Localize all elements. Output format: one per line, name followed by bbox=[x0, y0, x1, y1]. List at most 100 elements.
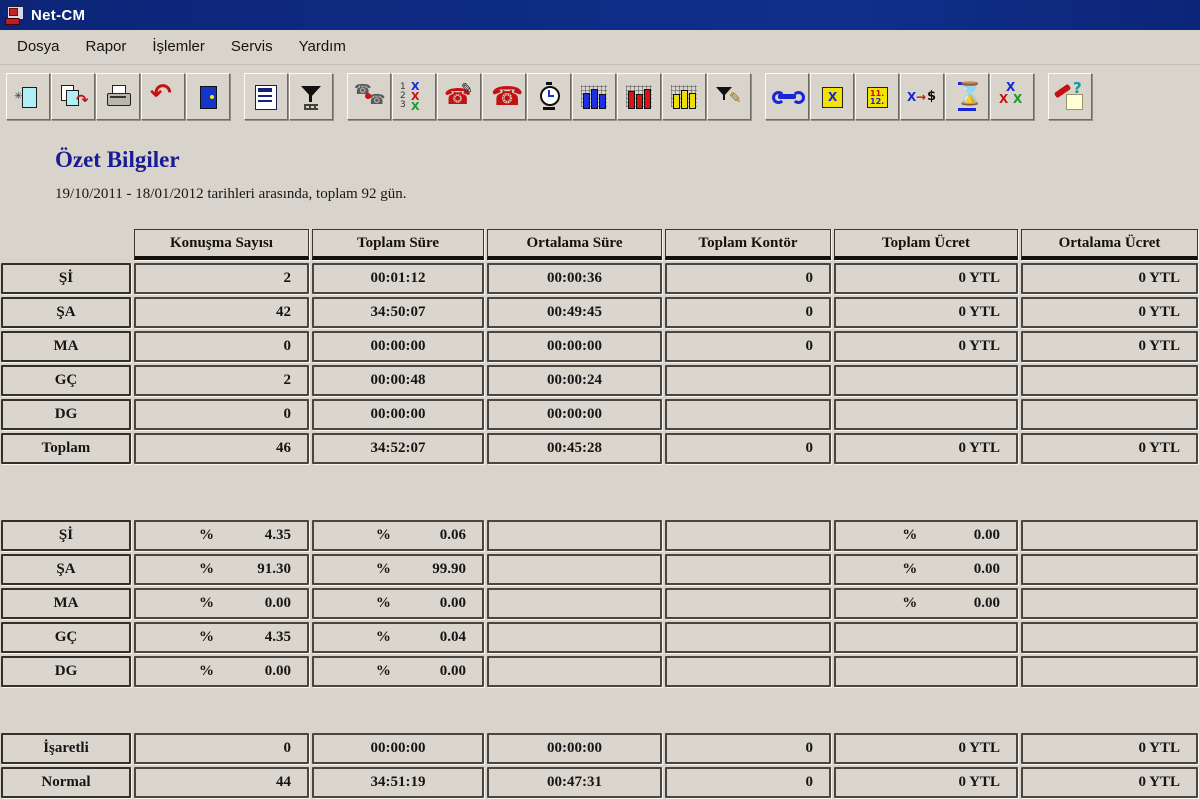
percent-sign: % bbox=[199, 629, 214, 646]
row-label-toplam: Toplam bbox=[1, 433, 131, 464]
row-label-normal: Normal bbox=[1, 767, 131, 798]
menu-item-rapor[interactable]: Rapor bbox=[73, 31, 140, 63]
help-icon: ? bbox=[1054, 81, 1086, 113]
percent-value: 91.30 bbox=[257, 561, 291, 578]
cell: 0 YTL bbox=[834, 331, 1018, 362]
undo-icon: ↶ bbox=[147, 81, 179, 113]
percent-value: 0.00 bbox=[440, 595, 466, 612]
cell: 34:52:07 bbox=[312, 433, 484, 464]
toolbar-filter-edit-button[interactable]: ✎ bbox=[707, 73, 751, 120]
title-bar: Net-CM bbox=[0, 0, 1200, 30]
cell: %99.90 bbox=[312, 554, 484, 585]
cell: %0.00 bbox=[834, 520, 1018, 551]
cell: 42 bbox=[134, 297, 309, 328]
report-date-range: 19/10/2011 - 18/01/2012 tarihleri arasın… bbox=[55, 186, 1200, 203]
cell: 00:00:00 bbox=[312, 399, 484, 430]
toolbar-calendar-report-button[interactable]: 11.12. bbox=[855, 73, 899, 120]
toolbar-print-button[interactable] bbox=[96, 73, 140, 120]
toolbar-undo-button[interactable]: ↶ bbox=[141, 73, 185, 120]
cell: 0 bbox=[665, 767, 831, 798]
menu-item-dosya[interactable]: Dosya bbox=[4, 31, 73, 63]
cell: 0 bbox=[665, 733, 831, 764]
toolbar-exit-button[interactable] bbox=[186, 73, 230, 120]
toolbar-new-report-button[interactable]: ✳ bbox=[6, 73, 50, 120]
row-label-dg: DG bbox=[1, 656, 131, 687]
toolbar-settings-wrench-button[interactable] bbox=[765, 73, 809, 120]
copy-report-icon: ↷ bbox=[57, 81, 89, 113]
duration-to-cost-icon: X→$ bbox=[906, 81, 938, 113]
settings-wrench-icon bbox=[771, 81, 803, 113]
menu-item-servis[interactable]: Servis bbox=[218, 31, 286, 63]
percent-value: 99.90 bbox=[432, 561, 466, 578]
cell bbox=[665, 365, 831, 396]
cell: % 4.35 bbox=[134, 622, 309, 653]
toolbar-hourglass-button[interactable]: ⌛ bbox=[945, 73, 989, 120]
cell: 0 bbox=[134, 733, 309, 764]
cell: 00:00:00 bbox=[312, 733, 484, 764]
cell: 0 bbox=[665, 331, 831, 362]
cell bbox=[665, 588, 831, 619]
toolbar-duration-report-button[interactable]: X bbox=[810, 73, 854, 120]
toolbar-filter-button[interactable] bbox=[289, 73, 333, 120]
cell bbox=[1021, 520, 1198, 551]
toolbar-alarm-clock-button[interactable] bbox=[527, 73, 571, 120]
cell bbox=[1021, 622, 1198, 653]
percent-value: 0.04 bbox=[440, 629, 466, 646]
toolbar-duration-to-cost-button[interactable]: X→$ bbox=[900, 73, 944, 120]
toolbar-group: ✳↷ ↶ bbox=[6, 73, 231, 120]
toolbar-report-list-button[interactable] bbox=[244, 73, 288, 120]
toolbar-duration-stack-button[interactable]: XXX bbox=[990, 73, 1034, 120]
cell: 0 YTL bbox=[1021, 733, 1198, 764]
cell: 0 YTL bbox=[1021, 433, 1198, 464]
chart-red-icon bbox=[623, 81, 655, 113]
cell: 00:00:00 bbox=[312, 331, 484, 362]
percent-sign: % bbox=[199, 595, 214, 612]
cell: 44 bbox=[134, 767, 309, 798]
cell: %0.00 bbox=[834, 554, 1018, 585]
cell: 00:01:12 bbox=[312, 263, 484, 294]
cell: %0.06 bbox=[312, 520, 484, 551]
toolbar-chart-red-button[interactable] bbox=[617, 73, 661, 120]
cell: 0 YTL bbox=[834, 297, 1018, 328]
cell: 00:00:24 bbox=[487, 365, 662, 396]
percent-value: 0.00 bbox=[974, 561, 1000, 578]
cell: 00:00:36 bbox=[487, 263, 662, 294]
cell: %4.35 bbox=[134, 520, 309, 551]
cell bbox=[1021, 588, 1198, 619]
toolbar-phone-transfer-button[interactable]: ☎☎ bbox=[347, 73, 391, 120]
cell bbox=[1021, 399, 1198, 430]
cell bbox=[834, 365, 1018, 396]
toolbar-chart-yellow-button[interactable] bbox=[662, 73, 706, 120]
cell: 00:00:48 bbox=[312, 365, 484, 396]
percent-value: 4.35 bbox=[265, 629, 291, 646]
cell: 0 bbox=[665, 297, 831, 328]
toolbar-chart-blue-button[interactable] bbox=[572, 73, 616, 120]
percent-value: 0.00 bbox=[974, 595, 1000, 612]
toolbar-help-button[interactable]: ? bbox=[1048, 73, 1092, 120]
window-title: Net-CM bbox=[31, 7, 85, 24]
menu-item-islemler[interactable]: İşlemler bbox=[139, 31, 218, 63]
toolbar-group: X11.12.X→$⌛XXX bbox=[765, 73, 1035, 120]
toolbar-phone-dial-button[interactable]: ☎ bbox=[482, 73, 526, 120]
row-label-gc: GÇ bbox=[1, 365, 131, 396]
toolbar-copy-report-button[interactable]: ↷ bbox=[51, 73, 95, 120]
cell: 0 YTL bbox=[834, 767, 1018, 798]
cell: 00:47:31 bbox=[487, 767, 662, 798]
sort-records-icon: 1 2 3XXX bbox=[398, 81, 430, 113]
menu-item-yardim[interactable]: Yardım bbox=[286, 31, 359, 63]
cell bbox=[665, 554, 831, 585]
cell: %91.30 bbox=[134, 554, 309, 585]
chart-blue-icon bbox=[578, 81, 610, 113]
cell: 0 bbox=[134, 399, 309, 430]
cell: 0 YTL bbox=[1021, 767, 1198, 798]
cell: 0 YTL bbox=[1021, 263, 1198, 294]
report-list-icon bbox=[250, 81, 282, 113]
column-header: Ortalama Süre bbox=[487, 229, 662, 260]
cell bbox=[665, 622, 831, 653]
toolbar-phone-edit-button[interactable]: ☎✎ bbox=[437, 73, 481, 120]
cell bbox=[487, 588, 662, 619]
column-header: Toplam Süre bbox=[312, 229, 484, 260]
cell: 0 YTL bbox=[1021, 331, 1198, 362]
toolbar-sort-records-button[interactable]: 1 2 3XXX bbox=[392, 73, 436, 120]
cell: %0.00 bbox=[834, 588, 1018, 619]
